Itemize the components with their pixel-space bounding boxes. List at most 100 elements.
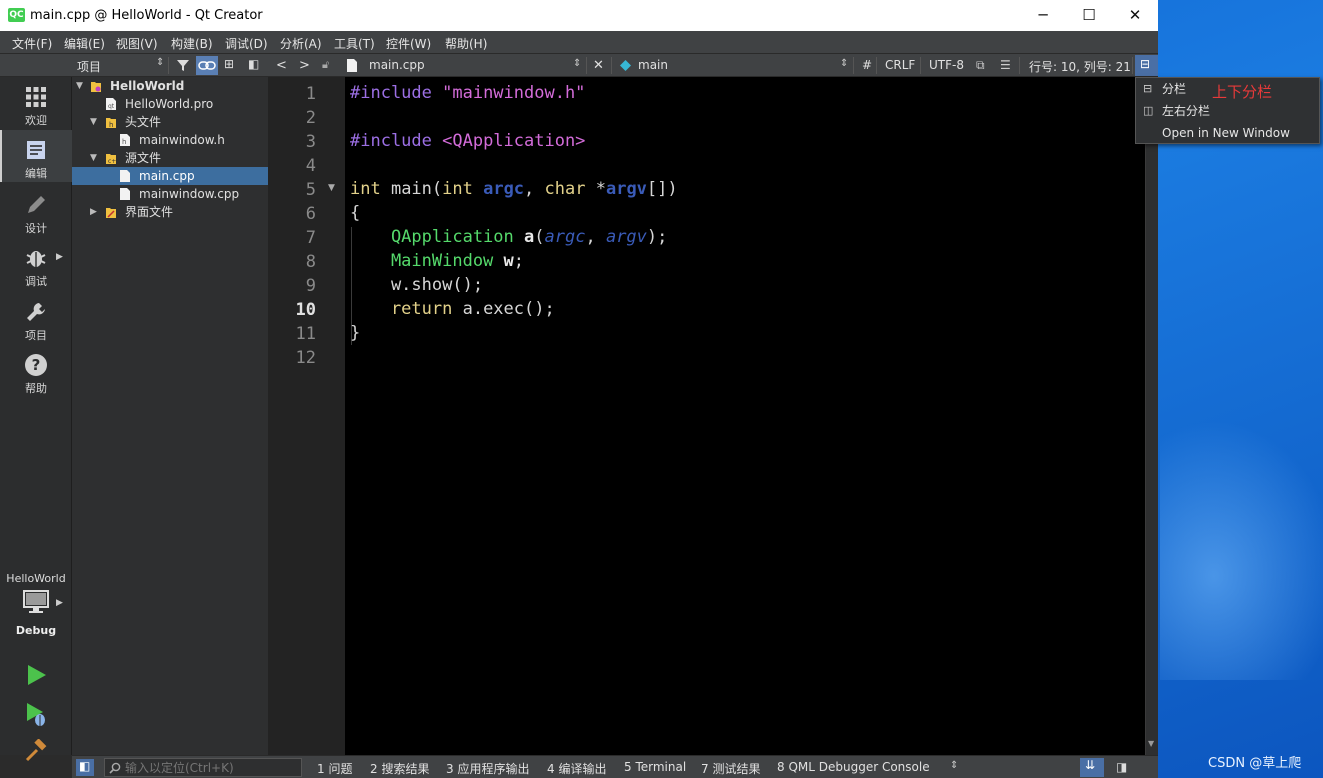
mode-projects[interactable]: 项目: [0, 292, 72, 344]
pane-application-output[interactable]: 3 应用程序输出: [446, 760, 529, 777]
lock-icon[interactable]: 🔓︎: [322, 58, 329, 72]
minimize-button[interactable]: ─: [1020, 0, 1066, 31]
code-editor[interactable]: #include "mainwindow.h" #include <QAppli…: [345, 77, 1145, 755]
locator-input[interactable]: [125, 760, 297, 775]
menu-bar: 文件(F) 编辑(E) 视图(V) 构建(B) 调试(D) 分析(A) 工具(T…: [0, 31, 1158, 54]
pane-compile-output[interactable]: 4 编译输出: [547, 760, 606, 777]
mode-design[interactable]: 设计: [0, 185, 72, 237]
divider: [611, 57, 612, 74]
mode-edit[interactable]: 编辑: [0, 130, 72, 182]
code-token: argv: [605, 227, 647, 247]
pencil-icon: [28, 196, 45, 213]
kit-selector[interactable]: HelloWorld ▶ Debug: [0, 570, 72, 640]
close-button[interactable]: ✕: [1112, 0, 1158, 31]
pro-file-icon: qt: [106, 98, 116, 110]
project-pane-title[interactable]: 项目: [77, 58, 101, 75]
editor-toolbar: < > 🔓︎ main.cpp ⇕ ✕ main ⇕ # CRLF UTF-8 …: [268, 54, 1158, 77]
back-arrow-icon[interactable]: <: [276, 58, 287, 73]
menu-analyze[interactable]: 分析(A): [280, 35, 322, 52]
symbol-combo[interactable]: main: [638, 58, 668, 72]
updown-arrows-icon[interactable]: ⇕: [156, 57, 164, 68]
tree-label: 头文件: [125, 115, 162, 129]
tree-label: main.cpp: [139, 169, 195, 183]
code-token: argv: [605, 179, 647, 199]
code-token: (: [534, 227, 545, 247]
menu-file[interactable]: 文件(F): [12, 35, 52, 52]
tree-node-forms[interactable]: ▶ 界面文件: [72, 203, 268, 221]
menu-build[interactable]: 构建(B): [171, 35, 213, 52]
code-line-5: int main(int argc, char *argv[]): [350, 179, 678, 199]
filter-icon[interactable]: [176, 59, 190, 72]
code-token: ,: [524, 179, 545, 199]
mode-welcome[interactable]: 欢迎: [0, 77, 72, 129]
divider: [920, 57, 921, 74]
tree-node-sources[interactable]: ▼ c+ 源文件: [72, 149, 268, 167]
code-token: argc: [544, 227, 586, 247]
kit-build: Debug: [15, 624, 57, 637]
split-pane-icon[interactable]: ⊞: [224, 57, 234, 71]
menu-option-split-side[interactable]: ◫ 左右分栏: [1136, 100, 1319, 122]
line-number-gutter: 1 2 3 4 5 6 7 8 9 10 11 12 ▼: [268, 77, 345, 755]
menu-option-open-new-window[interactable]: Open in New Window: [1136, 122, 1319, 144]
toggle-sidebar-button[interactable]: ◧: [76, 759, 94, 776]
fold-marker-icon[interactable]: ▼: [328, 183, 335, 193]
split-button[interactable]: ⊟: [1135, 55, 1158, 76]
locator[interactable]: [104, 758, 302, 777]
progress-toggle-button[interactable]: ⇊: [1080, 758, 1104, 777]
mode-debug[interactable]: ▶ 调试: [0, 238, 72, 290]
pane-test-results[interactable]: 7 测试结果: [701, 760, 760, 777]
build-hammer-button[interactable]: [24, 739, 48, 763]
tree-label: mainwindow.cpp: [139, 187, 240, 201]
tree-node-headers[interactable]: ▼ h 头文件: [72, 113, 268, 131]
updown-arrows-icon[interactable]: ⇕: [950, 760, 958, 771]
debug-run-button[interactable]: [24, 701, 48, 727]
desktop-glow: [1160, 420, 1323, 680]
tree-label: 界面文件: [125, 205, 174, 219]
run-button[interactable]: [24, 663, 48, 687]
mode-label: 调试: [25, 275, 47, 288]
line-number: 8: [305, 252, 316, 272]
hash-button[interactable]: #: [862, 58, 872, 72]
code-line-6: {: [350, 203, 361, 223]
line-number: 4: [305, 156, 316, 176]
sync-link-button[interactable]: [196, 56, 218, 75]
updown-arrows-icon[interactable]: ⇕: [840, 58, 848, 69]
menu-help[interactable]: 帮助(H): [445, 35, 487, 52]
menu-debug[interactable]: 调试(D): [225, 35, 268, 52]
mode-help[interactable]: ? 帮助: [0, 345, 72, 397]
document-settings-icon[interactable]: ☰: [1000, 58, 1011, 72]
close-pane-icon[interactable]: ◧: [248, 57, 259, 71]
pane-issues[interactable]: 1 问题: [317, 760, 352, 777]
right-sidebar-toggle-icon[interactable]: ◨: [1116, 760, 1127, 774]
pane-terminal[interactable]: 5 Terminal: [624, 760, 686, 774]
pane-qml-debugger-console[interactable]: 8 QML Debugger Console: [777, 760, 930, 774]
collapse-arrow-icon[interactable]: ▼: [76, 77, 83, 95]
pane-search-results[interactable]: 2 搜索结果: [370, 760, 429, 777]
updown-arrows-icon[interactable]: ⇕: [573, 58, 581, 69]
line-ending-button[interactable]: CRLF: [885, 58, 915, 72]
collapse-arrow-icon[interactable]: ▼: [90, 113, 97, 131]
maximize-button[interactable]: ☐: [1066, 0, 1112, 31]
menu-widgets[interactable]: 控件(W): [386, 35, 431, 52]
expand-arrow-icon[interactable]: ▶: [90, 203, 97, 221]
vertical-scrollbar[interactable]: ▼: [1145, 77, 1158, 755]
tree-node-mainwindow-h[interactable]: h mainwindow.h: [72, 131, 268, 149]
forward-arrow-icon[interactable]: >: [299, 58, 310, 73]
menu-tools[interactable]: 工具(T): [334, 35, 375, 52]
expand-arrow-icon: ▶: [56, 598, 63, 608]
tree-node-pro[interactable]: qt HelloWorld.pro: [72, 95, 268, 113]
tree-node-helloworld[interactable]: ▼ HelloWorld: [72, 77, 268, 95]
menu-edit[interactable]: 编辑(E): [64, 35, 105, 52]
code-style-icon[interactable]: ⧉: [976, 58, 985, 73]
cursor-position[interactable]: 行号: 10, 列号: 21: [1029, 58, 1131, 75]
scroll-down-arrow-icon[interactable]: ▼: [1148, 739, 1154, 748]
collapse-arrow-icon[interactable]: ▼: [90, 149, 97, 167]
tree-node-main-cpp[interactable]: main.cpp: [72, 167, 268, 185]
menu-view[interactable]: 视图(V): [116, 35, 158, 52]
code-token: int: [442, 179, 473, 199]
code-token: <QApplication>: [431, 131, 586, 151]
encoding-button[interactable]: UTF-8: [929, 58, 964, 72]
document-combo[interactable]: main.cpp: [369, 58, 425, 72]
close-document-icon[interactable]: ✕: [593, 58, 604, 73]
tree-node-mainwindow-cpp[interactable]: mainwindow.cpp: [72, 185, 268, 203]
